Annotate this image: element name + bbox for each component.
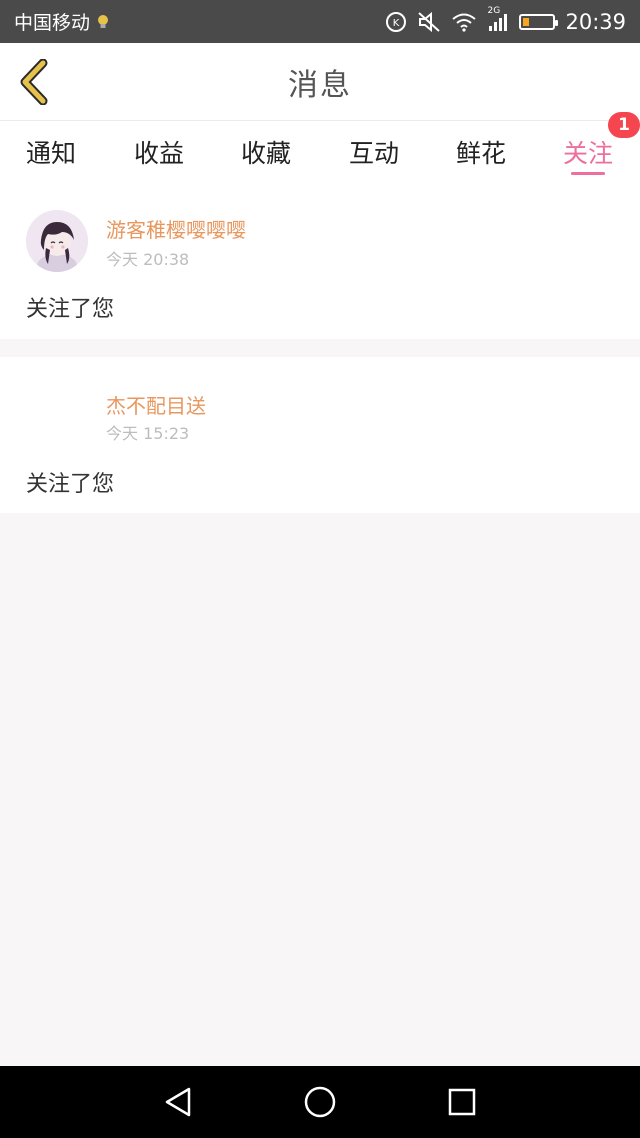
tab-follows[interactable]: 关注 <box>563 121 613 183</box>
signal-icon: 2G <box>487 6 509 32</box>
unread-badge: 1 <box>608 112 640 138</box>
tab-label: 互动 <box>349 139 400 168</box>
back-button[interactable] <box>12 56 56 108</box>
tab-earnings[interactable]: 收益 <box>134 121 184 183</box>
carrier-group: 中国移动 <box>14 8 110 35</box>
status-icons: K 2G 20:39 <box>385 6 626 34</box>
system-nav-bar <box>0 1066 640 1138</box>
home-circle-icon[interactable] <box>300 1082 340 1122</box>
tab-interactions[interactable]: 互动 <box>349 121 399 183</box>
tab-label: 鲜花 <box>456 139 507 168</box>
battery-level <box>523 17 530 26</box>
message-item[interactable]: 杰不配目送 今天 15:23 关注了您 <box>0 357 640 513</box>
status-time: 20:39 <box>565 9 626 34</box>
back-triangle-icon[interactable] <box>158 1082 198 1122</box>
mute-icon <box>417 11 441 33</box>
active-tab-indicator <box>571 172 606 175</box>
tab-favorites[interactable]: 收藏 <box>241 121 291 183</box>
message-time: 今天 20:38 <box>106 250 190 269</box>
svg-text:K: K <box>393 18 400 29</box>
tab-label: 收藏 <box>241 139 292 168</box>
bulb-icon <box>96 13 110 31</box>
message-time: 今天 15:23 <box>106 424 190 443</box>
chevron-left-icon <box>20 59 48 105</box>
top-app-bar: 消息 <box>0 43 640 121</box>
network-type: 2G <box>487 5 501 16</box>
message-content: 关注了您 <box>26 472 115 497</box>
tab-flowers[interactable]: 鲜花 <box>456 121 506 183</box>
status-bar: 中国移动 K 2G 20:39 <box>0 0 640 43</box>
tab-notifications[interactable]: 通知 <box>26 121 76 183</box>
message-content: 关注了您 <box>26 297 115 322</box>
tab-label: 收益 <box>134 139 185 168</box>
avatar[interactable] <box>26 210 88 272</box>
username[interactable]: 杰不配目送 <box>106 390 206 419</box>
carrier-name: 中国移动 <box>14 12 91 34</box>
category-tabs: 通知 收益 收藏 互动 鲜花 关注 <box>0 121 640 183</box>
page-title: 消息 <box>288 67 352 103</box>
wifi-icon <box>451 12 477 32</box>
recents-square-icon[interactable] <box>442 1082 482 1122</box>
message-item[interactable]: 游客稚樱嘤嘤嘤 今天 20:38 关注了您 <box>0 183 640 339</box>
tab-label: 通知 <box>26 139 77 168</box>
battery-icon <box>519 13 559 30</box>
data-speed-icon: K <box>385 11 407 33</box>
tab-label: 关注 <box>563 139 614 168</box>
username[interactable]: 游客稚樱嘤嘤嘤 <box>106 214 246 243</box>
avatar-image <box>26 210 88 272</box>
